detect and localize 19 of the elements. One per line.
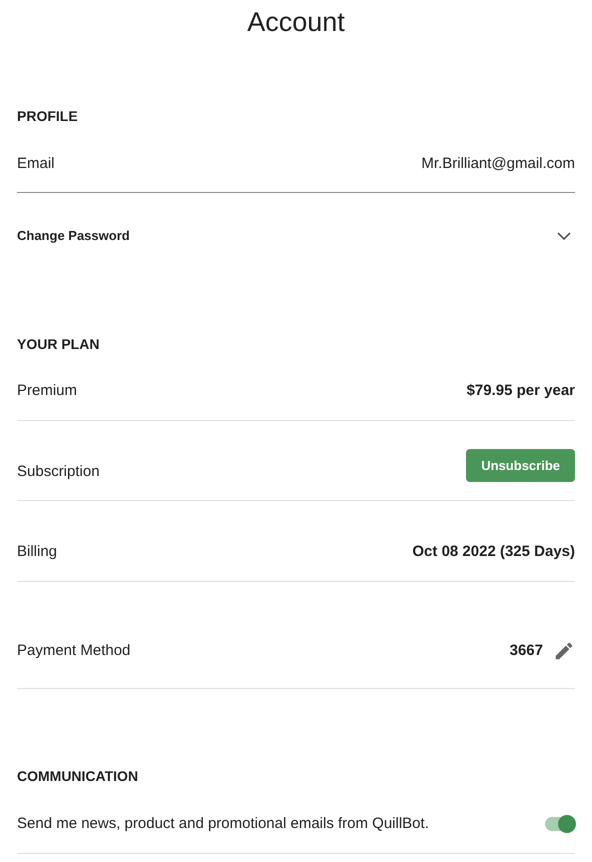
email-label: Email	[17, 154, 55, 174]
section-heading: PROFILE	[17, 106, 78, 126]
section-heading: COMMUNICATION	[17, 766, 138, 786]
unsubscribe-button[interactable]: Unsubscribe	[466, 449, 575, 482]
row-label: Premium	[17, 380, 78, 400]
change-password-toggle[interactable]: Change Password	[17, 193, 575, 279]
section-heading: YOUR PLAN	[17, 334, 100, 354]
email-toggle[interactable]	[545, 817, 575, 831]
chevron-icon	[557, 232, 571, 240]
page-title: Account	[247, 6, 345, 39]
option-label: Send me news, product and promotional emails from QuillBot.	[17, 814, 429, 834]
card-digits: 3667	[510, 640, 543, 661]
row-label: Subscription	[17, 462, 100, 482]
pencil-icon[interactable]	[553, 640, 575, 662]
row-label: Billing	[17, 542, 58, 562]
row-value: Oct 08 2022 (325 Days)	[412, 542, 575, 562]
email-value: Mr.Brilliant@gmail.com	[421, 154, 575, 174]
row-label: Payment Method	[17, 641, 130, 661]
row-value: $79.95 per year	[466, 380, 575, 400]
